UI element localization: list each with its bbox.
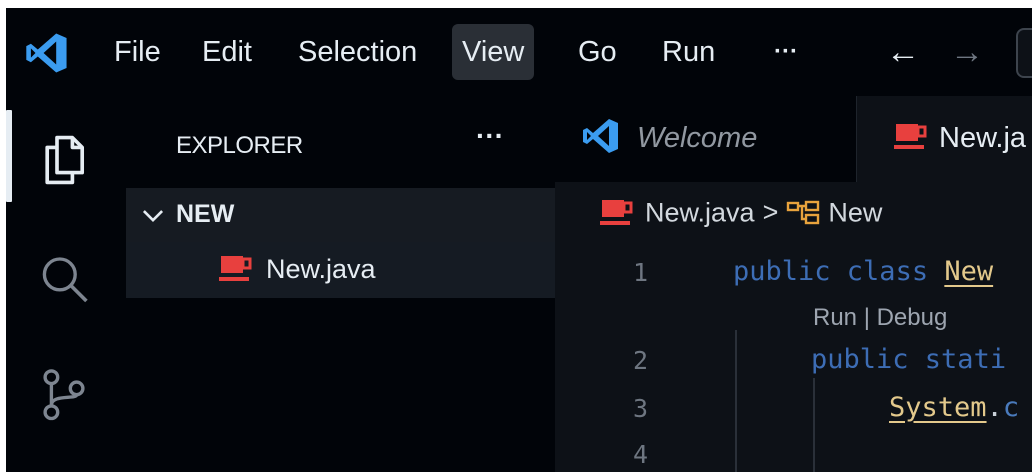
- tab-welcome[interactable]: Welcome: [555, 96, 857, 182]
- folder-name: NEW: [176, 200, 235, 228]
- file-name: New.java: [266, 254, 376, 284]
- activity-bar: [6, 96, 126, 472]
- code-line-1[interactable]: public class New: [733, 256, 993, 287]
- forward-arrow-icon[interactable]: →: [950, 30, 984, 74]
- vscode-logo-icon: [583, 119, 618, 153]
- menu-run[interactable]: Run: [652, 24, 725, 80]
- tab-label: Welcome: [637, 122, 758, 154]
- line-number: 2: [633, 346, 649, 375]
- breadcrumb: New.java > New: [599, 196, 882, 232]
- breadcrumb-symbol[interactable]: New: [828, 197, 882, 227]
- code-token-keyword: public: [733, 256, 847, 287]
- command-center-search[interactable]: [1016, 28, 1032, 78]
- breadcrumb-file[interactable]: New.java: [645, 197, 755, 227]
- folder-row-new[interactable]: NEW: [126, 188, 555, 242]
- explorer-more-button[interactable]: ···: [476, 120, 504, 152]
- explorer-title: EXPLORER: [176, 132, 303, 159]
- breadcrumb-separator: >: [762, 197, 779, 228]
- explorer-files-icon[interactable]: [36, 132, 92, 188]
- file-row-new-java[interactable]: New.java: [126, 242, 555, 298]
- back-arrow-icon[interactable]: ←: [886, 30, 920, 74]
- source-control-icon[interactable]: [36, 366, 92, 422]
- line-number: 1: [633, 258, 649, 287]
- class-symbol-icon: [787, 200, 820, 225]
- code-token-keyword: stati: [924, 344, 1007, 375]
- code-token-class-name: New: [944, 256, 994, 287]
- line-number: 4: [633, 440, 649, 469]
- tab-label: New.ja: [939, 122, 1027, 154]
- explorer-sidebar: EXPLORER ··· NEW New.java: [126, 96, 555, 472]
- menu-selection[interactable]: Selection: [288, 24, 427, 80]
- vscode-window: File Edit Selection View Go Run ··· ← →: [6, 8, 1032, 472]
- search-icon[interactable]: [36, 252, 92, 308]
- vscode-logo-icon: [26, 33, 67, 73]
- indent-guide: [813, 378, 815, 472]
- code-line-2[interactable]: public stati: [811, 344, 1006, 375]
- code-token-class-name: System: [889, 392, 987, 423]
- code-token-dot: .: [986, 392, 1003, 423]
- indent-guide: [735, 330, 737, 472]
- active-view-indicator: [6, 110, 12, 202]
- editor-area: Welcome New.ja New.java > New 1 2 3 4 pu…: [555, 96, 1032, 472]
- chevron-down-icon: [142, 210, 164, 223]
- code-token-keyword: public: [811, 344, 925, 375]
- java-coffee-icon: [894, 124, 927, 149]
- menu-file[interactable]: File: [104, 24, 171, 80]
- menu-edit[interactable]: Edit: [192, 24, 262, 80]
- menu-more-button[interactable]: ···: [764, 24, 808, 80]
- menu-go[interactable]: Go: [568, 24, 627, 80]
- tab-new-java[interactable]: New.ja: [857, 96, 1032, 182]
- editor-tab-bar: Welcome New.ja: [555, 96, 1032, 182]
- java-coffee-icon: [600, 199, 633, 225]
- code-token-keyword: class: [846, 256, 945, 287]
- java-coffee-icon: [219, 256, 252, 281]
- line-number: 3: [633, 394, 649, 423]
- menu-view[interactable]: View: [452, 24, 535, 80]
- code-token-method: c: [1002, 392, 1020, 423]
- code-line-3[interactable]: System.c: [889, 392, 1019, 423]
- title-bar: File Edit Selection View Go Run ··· ← →: [6, 8, 1032, 96]
- codelens-run-debug[interactable]: Run | Debug: [813, 304, 947, 332]
